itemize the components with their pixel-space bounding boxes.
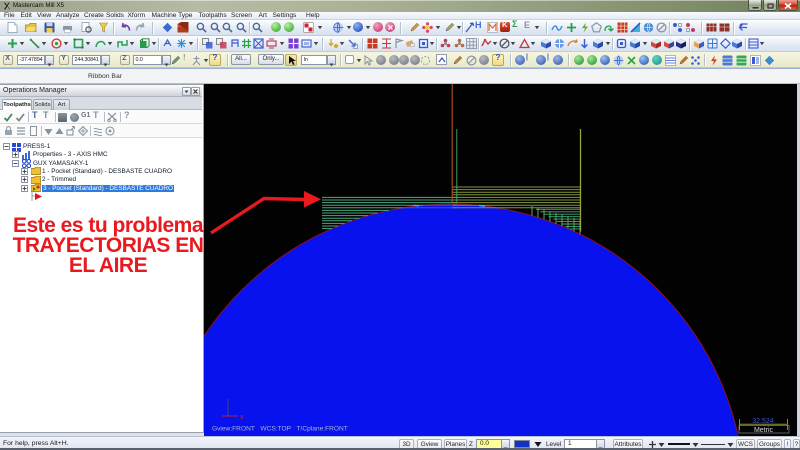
svg-text:x: x <box>240 414 244 421</box>
svg-text:Gview:FRONT WCS:TOP T/Cpla: Gview:FRONT WCS:TOP T/Cplane:FRONT <box>212 426 348 433</box>
svg-text:32.524: 32.524 <box>752 418 774 425</box>
svg-text:Metric: Metric <box>754 427 774 434</box>
